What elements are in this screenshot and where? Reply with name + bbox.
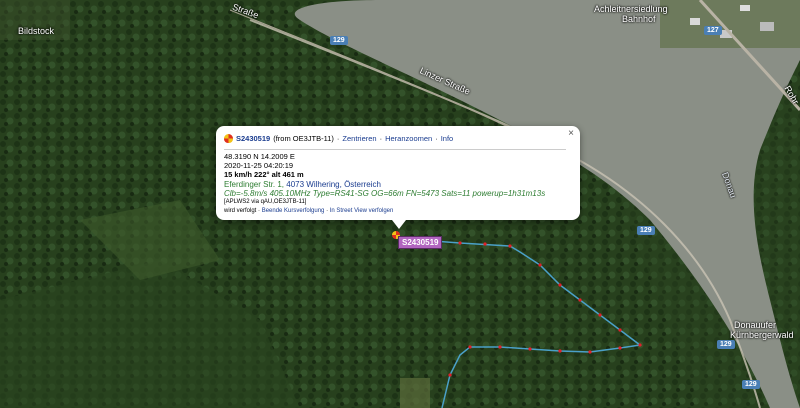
popup-coordinates: 48.3190 N 14.2009 E bbox=[224, 152, 295, 161]
close-icon[interactable]: × bbox=[568, 128, 574, 139]
route-shield: 129 bbox=[637, 226, 655, 235]
place-donauufer-line1: Donauufer bbox=[734, 320, 777, 330]
zentrieren-link[interactable]: Zentrieren bbox=[342, 134, 376, 143]
balloon-icon bbox=[224, 134, 233, 143]
route-shield: 129 bbox=[742, 380, 760, 389]
popup-address-street: Eferdinger Str. 1, bbox=[224, 179, 285, 189]
popup-address-city[interactable]: 4073 Wilhering, Österreich bbox=[286, 180, 381, 189]
popup-comment: Clb=-5.8m/s 405.10MHz Type=RS41-SG OG=66… bbox=[224, 188, 546, 198]
place-bahnhof-line1: Achleitnersiedlung bbox=[594, 4, 668, 14]
route-shield: 129 bbox=[330, 36, 348, 45]
popup-path: [APLWS2 via qAU,OE3JTB-11] bbox=[224, 199, 307, 206]
following-status: wird verfolgt · bbox=[224, 208, 261, 215]
popup-speed-altitude: 15 km/h 222° alt 461 m bbox=[224, 170, 304, 180]
place-bildstock: Bildstock bbox=[18, 26, 55, 36]
popup-callsign[interactable]: S2430519 bbox=[236, 134, 270, 143]
place-bahnhof-line2: Bahnhof bbox=[622, 14, 656, 24]
route-shield: 129 bbox=[717, 340, 735, 349]
info-link[interactable]: Info bbox=[441, 134, 454, 143]
popup-follow-actions: wird verfolgt · Beende Kursverfolgung · … bbox=[224, 208, 394, 215]
popup-header: S2430519 (from OE3JTB-11) · Zentrieren ·… bbox=[224, 134, 453, 143]
popup-from: (from OE3JTB-11) bbox=[273, 134, 334, 143]
divider bbox=[224, 149, 566, 150]
info-popup: × S2430519 (from OE3JTB-11) · Zentrieren… bbox=[216, 126, 580, 229]
popup-body: 48.3190 N 14.2009 E 2020-11-25 04:20:19 … bbox=[224, 152, 545, 216]
popup-timestamp: 2020-11-25 04:20:19 bbox=[224, 161, 294, 171]
street-view-link[interactable]: In Street View verfolgen bbox=[330, 208, 394, 214]
heranzoomen-link[interactable]: Heranzoomen bbox=[385, 134, 432, 143]
popup-address: Eferdinger Str. 1, 4073 Wilhering, Öster… bbox=[224, 180, 545, 189]
balloon-marker-label[interactable]: S2430519 bbox=[398, 236, 443, 249]
route-shield: 127 bbox=[704, 26, 722, 35]
stop-following-link[interactable]: Beende Kursverfolgung bbox=[262, 208, 325, 214]
place-donauufer-line2: Kürnbergerwald bbox=[730, 330, 794, 340]
